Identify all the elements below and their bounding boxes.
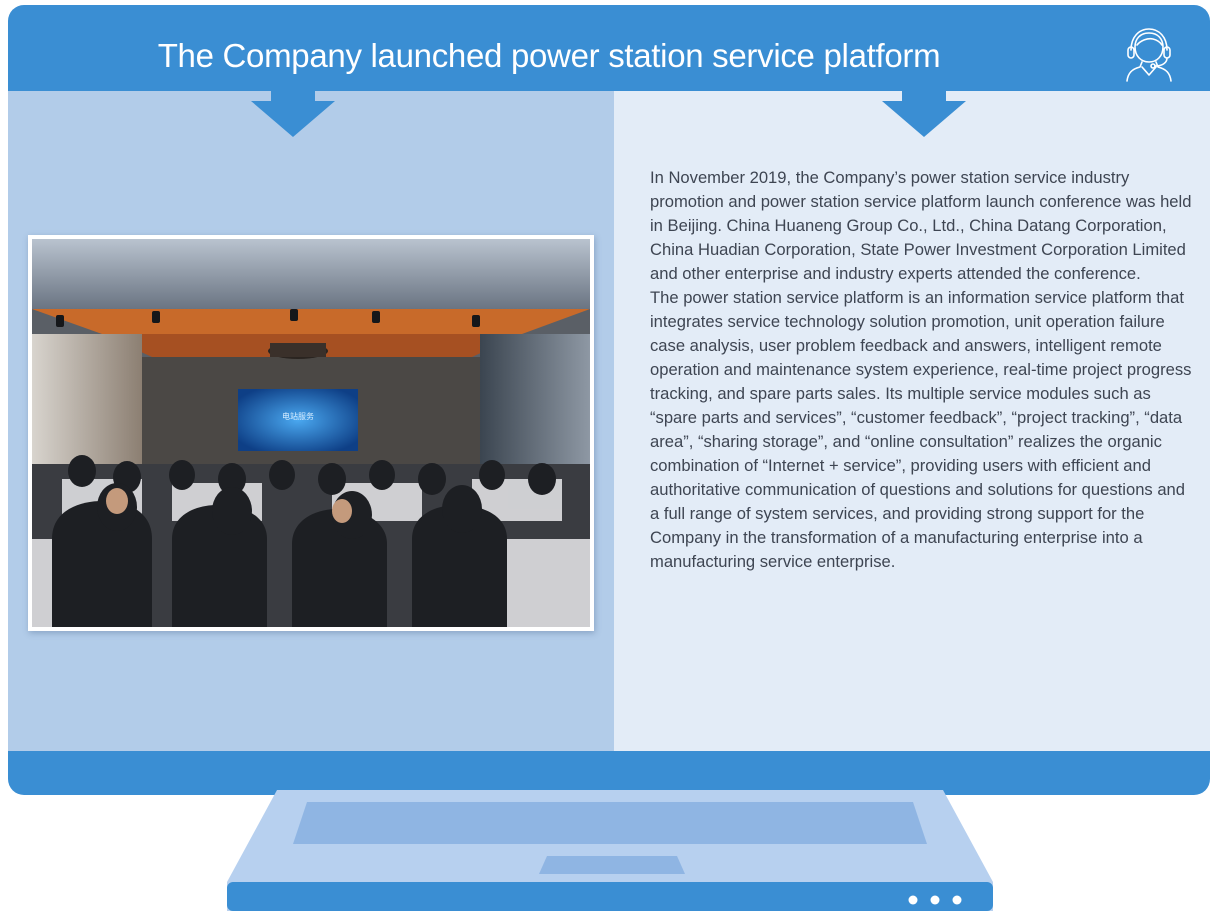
article-paragraph: The power station service platform is an… [650, 288, 1192, 571]
article-text: In November 2019, the Company’s power st… [650, 166, 1198, 574]
monitor-frame: The Company launched power station servi… [8, 5, 1210, 795]
down-arrow-icon [882, 89, 966, 137]
page-title: The Company launched power station servi… [157, 37, 941, 74]
right-panel: In November 2019, the Company’s power st… [614, 89, 1210, 751]
header-bar: The Company launched power station servi… [8, 5, 1210, 91]
screen-area: 电站服务 In November 2019, the Company’s pow… [8, 89, 1210, 751]
headset-support-icon [1126, 28, 1172, 82]
down-arrow-icon [251, 89, 335, 137]
monitor-stand [227, 790, 993, 911]
left-panel: 电站服务 [8, 89, 614, 751]
article-paragraph: In November 2019, the Company’s power st… [650, 168, 1192, 283]
conference-hall-photo: 电站服务 [32, 239, 590, 627]
stage-screen-label: 电站服务 [282, 411, 314, 421]
conference-photo-frame: 电站服务 [28, 235, 594, 631]
